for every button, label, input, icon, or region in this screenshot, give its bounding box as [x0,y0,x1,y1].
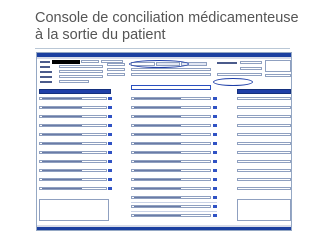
med-row-middle[interactable] [131,205,211,208]
diagnosis-field[interactable] [131,73,211,76]
patient-age-field[interactable] [81,60,99,63]
med-row-left[interactable] [39,97,107,100]
med-row-middle[interactable] [131,196,211,199]
med-row-button[interactable] [213,124,217,127]
prescriber-field[interactable] [59,75,103,78]
creatinine-field[interactable] [107,73,125,76]
discharge-date-label [40,81,52,83]
prescriber-label [40,76,52,78]
med-row-left[interactable] [39,124,107,127]
med-row-right[interactable] [237,115,291,118]
med-row-button[interactable] [108,106,112,109]
med-row-left[interactable] [39,106,107,109]
med-row-button[interactable] [213,106,217,109]
med-row-button[interactable] [108,115,112,118]
med-row-right[interactable] [237,178,291,181]
med-row-left[interactable] [39,142,107,145]
med-row-right[interactable] [237,151,291,154]
med-row-button[interactable] [108,124,112,127]
med-row-left[interactable] [39,151,107,154]
validation-field[interactable] [265,74,291,77]
med-row-button[interactable] [213,115,217,118]
source-field-2[interactable] [240,67,262,70]
med-row-button[interactable] [213,178,217,181]
row-separator [131,202,217,203]
med-row-left[interactable] [39,115,107,118]
med-row-button[interactable] [108,151,112,154]
service-label [40,71,52,73]
med-row-button[interactable] [213,187,217,190]
med-row-middle[interactable] [131,151,211,154]
med-row-button[interactable] [108,178,112,181]
med-row-middle[interactable] [131,133,211,136]
admission-field[interactable] [59,65,103,68]
med-row-left[interactable] [39,160,107,163]
med-row-middle[interactable] [131,178,211,181]
med-row-middle[interactable] [131,142,211,145]
app-screenshot [36,52,292,231]
row-separator [131,211,217,212]
discharge-date-field[interactable] [59,80,89,83]
med-row-button[interactable] [108,142,112,145]
taskbar [37,227,291,230]
med-row-right[interactable] [237,106,291,109]
med-row-right[interactable] [237,124,291,127]
med-row-middle[interactable] [131,187,211,190]
med-row-button[interactable] [213,214,217,217]
weight-field[interactable] [107,63,125,66]
redacted-patient-name [52,60,80,64]
height-field[interactable] [107,68,125,71]
med-row-button[interactable] [213,169,217,172]
med-row-middle[interactable] [131,214,211,217]
med-row-left[interactable] [39,187,107,190]
source-field[interactable] [240,61,262,64]
med-row-left[interactable] [39,178,107,181]
column-header-middle [131,85,211,90]
reason-field[interactable] [131,68,211,71]
comment-box-right[interactable] [237,199,291,221]
med-row-middle[interactable] [131,124,211,127]
highlight-circle-tabs [129,60,189,68]
med-row-button[interactable] [108,133,112,136]
app-menu-bar [37,57,291,59]
med-row-right[interactable] [237,187,291,190]
pharmacist-field[interactable] [217,73,262,76]
admission-label [40,66,50,68]
column-header-left [39,89,111,94]
summary-box [265,60,291,72]
med-row-button[interactable] [213,151,217,154]
med-row-left[interactable] [39,169,107,172]
med-row-button[interactable] [108,187,112,190]
med-row-middle[interactable] [131,115,211,118]
med-row-right[interactable] [237,97,291,100]
highlight-circle-source [213,78,253,86]
med-row-middle[interactable] [131,106,211,109]
med-row-left[interactable] [39,133,107,136]
med-row-button[interactable] [213,97,217,100]
med-row-button[interactable] [108,97,112,100]
patient-name-label [40,61,50,63]
med-row-button[interactable] [213,160,217,163]
med-row-right[interactable] [237,160,291,163]
med-row-button[interactable] [108,169,112,172]
slide-title: Console de conciliation médicamenteuse à… [35,10,299,43]
med-row-button[interactable] [213,205,217,208]
med-row-middle[interactable] [131,169,211,172]
med-row-right[interactable] [237,142,291,145]
med-row-button[interactable] [213,133,217,136]
med-row-button[interactable] [108,160,112,163]
med-row-right[interactable] [237,169,291,172]
comment-box-left[interactable] [39,199,109,221]
source-label [217,62,237,64]
med-row-button[interactable] [213,142,217,145]
med-row-middle[interactable] [131,160,211,163]
column-header-right [237,89,291,94]
med-row-button[interactable] [213,196,217,199]
title-divider [35,48,290,49]
service-field[interactable] [59,70,103,73]
med-row-middle[interactable] [131,97,211,100]
med-row-right[interactable] [237,133,291,136]
